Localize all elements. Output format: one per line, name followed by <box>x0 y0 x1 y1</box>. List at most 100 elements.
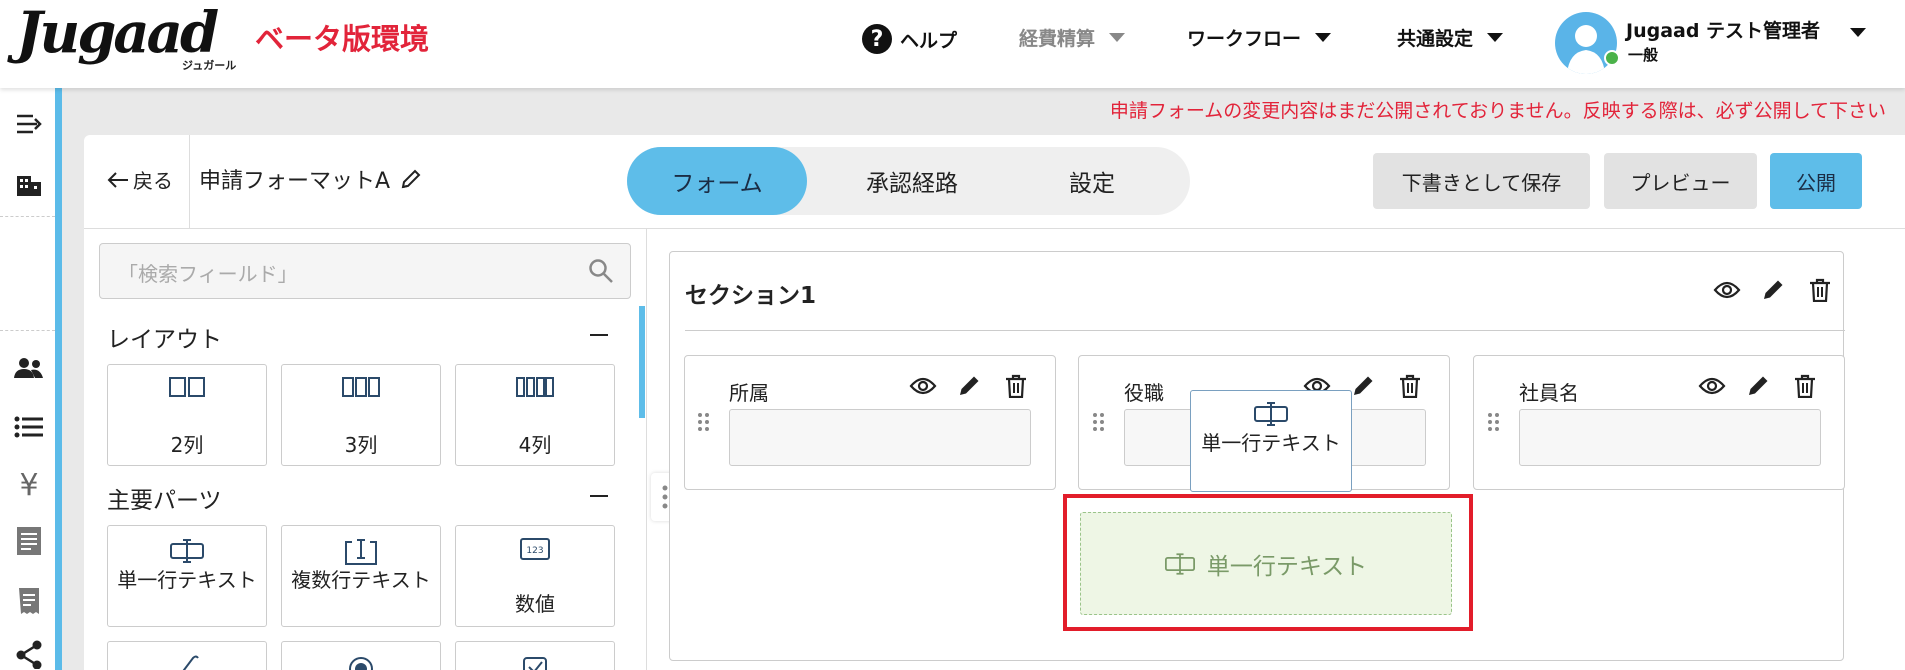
parts-group-title: 主要パーツ <box>107 488 222 514</box>
palette-item-radio[interactable] <box>281 641 441 670</box>
collapse-sidebar-icon[interactable] <box>13 108 45 140</box>
form-name[interactable]: 申請フォーマットA <box>199 163 422 195</box>
nav-expense[interactable]: 経費精算 <box>1019 24 1126 51</box>
nav-help[interactable]: ? ヘルプ <box>862 24 957 54</box>
eye-icon[interactable] <box>1698 372 1726 400</box>
palette-item-multi-line-text[interactable]: 複数行テキスト <box>281 525 441 627</box>
three-column-icon <box>282 377 440 397</box>
chevron-down-icon <box>1487 33 1504 42</box>
palette-item-checkbox[interactable] <box>455 641 615 670</box>
field-label: 所属 <box>729 381 769 405</box>
palette-item-label: 複数行テキスト <box>291 568 431 592</box>
drag-handle-icon[interactable] <box>1092 412 1106 432</box>
palette-divider <box>646 229 647 670</box>
drag-handle-icon[interactable] <box>697 412 711 432</box>
radio-icon <box>282 654 440 670</box>
save-draft-button[interactable]: 下書きとして保存 <box>1373 153 1590 209</box>
palette-item-attachment[interactable] <box>107 641 267 670</box>
dragging-item-label: 単一行テキスト <box>1201 431 1341 455</box>
back-button-label: 戻る <box>133 169 173 193</box>
text-input-icon <box>1164 552 1195 575</box>
nav-workflow[interactable]: ワークフロー <box>1187 24 1332 51</box>
trash-icon[interactable] <box>1791 372 1819 400</box>
tab-approval-route[interactable]: 承認経路 <box>817 147 1007 215</box>
back-button[interactable]: 戻る <box>107 165 173 194</box>
receipt-icon[interactable] <box>13 586 45 618</box>
help-icon: ? <box>862 24 892 54</box>
text-input-icon <box>1191 401 1351 427</box>
chevron-down-icon <box>1850 28 1866 37</box>
search-icon[interactable] <box>588 258 614 284</box>
paperclip-icon <box>108 654 266 670</box>
section-title: セクション1 <box>685 283 817 309</box>
preview-button[interactable]: プレビュー <box>1604 153 1757 209</box>
palette-item-label: 数値 <box>515 592 555 616</box>
palette-item-number[interactable]: 123 数値 <box>455 525 615 627</box>
svg-text:123: 123 <box>526 546 543 556</box>
field-label: 役職 <box>1124 381 1164 405</box>
drag-handle-icon[interactable] <box>1487 412 1501 432</box>
palette-item-label: 4列 <box>518 433 552 457</box>
palette-item-3col[interactable]: 3列 <box>281 364 441 466</box>
textarea-icon <box>282 538 440 566</box>
field-search-input[interactable]: 「検索フィールド」 <box>99 243 631 299</box>
app-header: Jugaad ジュガール ベータ版環境 ? ヘルプ 経費精算 ワークフロー 共通… <box>0 0 1905 88</box>
two-column-icon <box>108 377 266 397</box>
publish-button[interactable]: 公開 <box>1770 153 1862 209</box>
palette-item-single-line-text[interactable]: 単一行テキスト <box>107 525 267 627</box>
left-rail-accent <box>55 88 62 670</box>
checkbox-icon <box>456 654 614 670</box>
palette-item-label: 3列 <box>344 433 378 457</box>
palette-item-label: 単一行テキスト <box>117 568 257 592</box>
yen-icon[interactable]: ¥ <box>13 468 45 503</box>
pencil-icon[interactable] <box>1759 276 1787 304</box>
environment-label: ベータ版環境 <box>255 22 430 56</box>
chevron-down-icon <box>1315 33 1332 42</box>
building-icon[interactable] <box>13 168 45 200</box>
eye-icon[interactable] <box>1713 276 1741 304</box>
tab-form[interactable]: フォーム <box>627 147 807 215</box>
unpublished-warning: 申請フォームの変更内容はまだ公開されておりません。反映する際は、必ず公開して下さ… <box>1109 100 1886 122</box>
trash-icon[interactable] <box>1806 276 1834 304</box>
drop-zone-label: 単一行テキスト <box>1206 553 1368 580</box>
app-logo-subtitle: ジュガール <box>182 59 237 72</box>
collapse-layout-icon[interactable] <box>590 334 608 336</box>
nav-common-settings-label: 共通設定 <box>1397 28 1474 50</box>
four-column-icon <box>456 377 614 397</box>
document-icon[interactable] <box>13 525 45 557</box>
user-name[interactable]: Jugaad テスト管理者 <box>1626 16 1820 43</box>
pencil-icon[interactable] <box>1349 372 1377 400</box>
trash-icon[interactable] <box>1396 372 1424 400</box>
form-name-label: 申請フォーマットA <box>199 169 391 194</box>
app-logo[interactable]: Jugaad <box>16 2 219 64</box>
field-label: 社員名 <box>1519 381 1579 405</box>
nav-common-settings[interactable]: 共通設定 <box>1397 24 1504 51</box>
pencil-icon[interactable] <box>400 168 422 190</box>
rail-divider <box>0 216 55 217</box>
field-input-preview <box>1519 409 1821 466</box>
palette-scrollbar[interactable] <box>639 306 645 418</box>
collapse-parts-icon[interactable] <box>590 495 608 497</box>
nav-workflow-label: ワークフロー <box>1187 28 1302 50</box>
tab-settings[interactable]: 設定 <box>1007 147 1177 215</box>
section-divider <box>685 330 1845 331</box>
palette-item-2col[interactable]: 2列 <box>107 364 267 466</box>
user-menu-toggle[interactable] <box>1844 28 1866 37</box>
dragging-item-ghost[interactable]: 単一行テキスト <box>1190 390 1352 492</box>
trash-icon[interactable] <box>1002 372 1030 400</box>
nav-expense-label: 経費精算 <box>1019 28 1096 50</box>
arrow-left-icon <box>107 171 128 188</box>
share-icon[interactable] <box>13 638 45 670</box>
palette-item-4col[interactable]: 4列 <box>455 364 615 466</box>
text-input-icon <box>108 538 266 564</box>
eye-icon[interactable] <box>909 372 937 400</box>
nav-help-label: ヘルプ <box>900 29 958 52</box>
users-icon[interactable] <box>13 352 45 384</box>
pencil-icon[interactable] <box>1744 372 1772 400</box>
drop-zone[interactable]: 単一行テキスト <box>1080 512 1452 615</box>
pencil-icon[interactable] <box>955 372 983 400</box>
list-icon[interactable] <box>13 411 45 443</box>
palette-item-label: 2列 <box>170 433 204 457</box>
number-icon: 123 <box>456 538 614 560</box>
user-role: 一般 <box>1628 46 1659 64</box>
